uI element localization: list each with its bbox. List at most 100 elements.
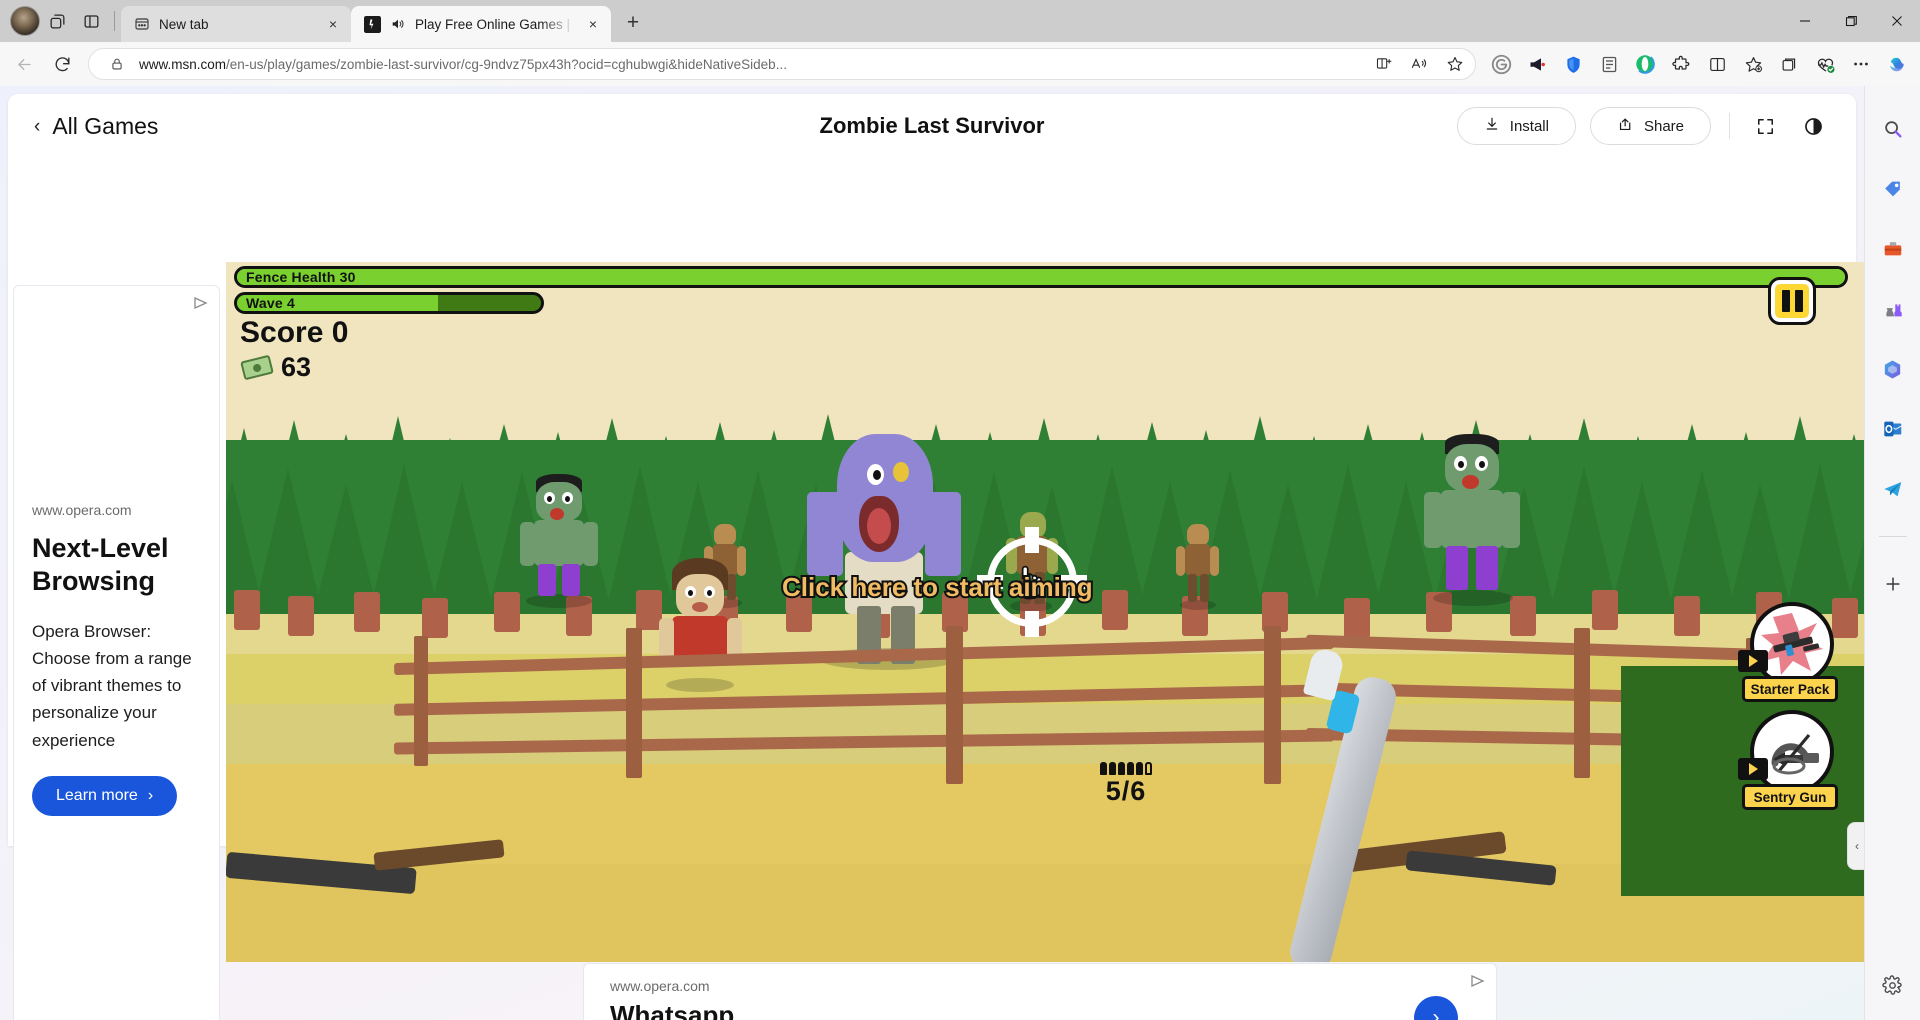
add-sidebar-app-button[interactable] [1876,567,1910,601]
ad-bottom-banner[interactable]: www.opera.com Whatsapp Experience a clut… [584,964,1496,1020]
search-icon[interactable] [1876,112,1910,146]
game-canvas[interactable]: Fence Health 30 Wave 4 Score 0 63 Click … [226,262,1866,962]
share-icon [1617,116,1634,137]
aim-prompt-text: Click here to start aiming [780,570,1095,604]
chevron-right-icon: › [147,786,154,804]
extensions-puzzle-icon[interactable] [1664,48,1698,80]
header-divider [1729,113,1730,139]
telegram-icon[interactable] [1876,472,1910,506]
star-icon[interactable] [1441,51,1469,77]
profile-avatar[interactable] [10,6,40,36]
all-games-back-link[interactable]: ‹ All Games [34,113,158,140]
money-bill-icon [240,354,274,381]
shop-label: Starter Pack [1742,676,1838,702]
rifle-icon[interactable] [1750,602,1834,686]
zombie-brown-2 [1176,524,1220,610]
split-screen-icon[interactable] [1369,51,1397,77]
sentry-gun-icon[interactable] [1750,710,1834,794]
favorites-icon[interactable] [1736,48,1770,80]
tab-close-button[interactable]: × [583,14,603,34]
games-icon[interactable] [1876,292,1910,326]
ground-band-5 [226,864,1866,962]
shop-button-sentry-gun[interactable]: Sentry Gun [1738,710,1838,810]
zombie-green-right [1421,434,1525,606]
ad-left-cta-button[interactable]: Learn more › [32,775,178,816]
zombie-green-left [516,474,604,608]
back-arrow-icon[interactable] [6,48,42,80]
pause-button[interactable] [1771,280,1813,322]
wave-label: Wave 4 [246,295,295,311]
window-close-button[interactable] [1874,0,1920,42]
sidebar-settings-gear-icon[interactable] [1876,968,1910,1002]
ad-left-body: Opera Browser: Choose from a range of vi… [32,621,192,750]
fence-health-label: Fence Health 30 [246,269,356,285]
fence-health-bar: Fence Health 30 [234,266,1848,288]
browser-essentials-icon[interactable] [1808,48,1842,80]
opera-icon[interactable] [1628,48,1662,80]
new-tab-button[interactable]: + [617,8,649,38]
ad-choices-icon[interactable] [1470,974,1486,991]
microsoft365-icon[interactable] [1876,352,1910,386]
money-counter: 63 [240,352,312,383]
money-amount: 63 [281,352,312,382]
lock-icon [103,51,131,77]
newtab-icon [133,15,151,33]
ammo-pips [1066,762,1186,775]
ad-bottom-url: www.opera.com [610,978,710,994]
tab-strip: New tab × Play Free Online Games | Ga × … [0,0,1920,42]
tab-audio-icon[interactable] [389,15,407,33]
grammarly-icon[interactable] [1484,48,1518,80]
tools-icon[interactable] [1876,232,1910,266]
msn-games-icon [363,15,381,33]
ammo-counter: 5/6 [1066,762,1186,807]
read-aloud-icon[interactable] [1405,51,1433,77]
tab-title: Play Free Online Games | Ga [415,16,575,32]
fence-health-fill [237,269,1845,285]
sidebar-divider [1878,536,1907,537]
score-label: Score 0 [240,316,349,349]
window-minimize-button[interactable] [1782,0,1828,42]
share-label: Share [1643,117,1684,135]
wave-progress-bar: Wave 4 [234,292,544,314]
tab-actions-icon[interactable] [40,6,74,36]
browser-tab-new-tab[interactable]: New tab × [121,6,351,42]
ad-left-url: www.opera.com [32,502,132,518]
game-header-actions: Install Share [1456,107,1830,145]
tab-title: New tab [159,16,209,32]
download-icon [1484,116,1500,136]
refresh-icon[interactable] [44,48,80,80]
adblock-megaphone-icon[interactable] [1520,48,1554,80]
translate-icon[interactable] [1592,48,1626,80]
video-ad-icon [1738,650,1768,672]
bitwarden-shield-icon[interactable] [1556,48,1590,80]
address-bar-url: www.msn.com/en-us/play/games/zombie-last… [139,56,787,72]
install-button[interactable]: Install [1456,107,1576,145]
split-screen-icon[interactable] [74,6,108,36]
video-ad-icon [1738,758,1768,780]
ad-choices-icon[interactable] [193,296,209,313]
browser-tab-zombie-game[interactable]: Play Free Online Games | Ga × [351,6,611,42]
settings-more-icon[interactable] [1844,48,1878,80]
tab-strip-divider [114,11,115,31]
fullscreen-icon[interactable] [1748,109,1782,143]
ammo-count-label: 5/6 [1105,776,1147,806]
share-button[interactable]: Share [1589,107,1711,145]
window-maximize-button[interactable] [1828,0,1874,42]
page-content: ‹ All Games Zombie Last Survivor Install [0,86,1866,1020]
ad-left-panel[interactable]: www.opera.com Next-Level Browsing Opera … [14,286,219,1020]
all-games-label: All Games [52,112,159,139]
shop-label: Sentry Gun [1742,784,1838,810]
address-bar[interactable]: www.msn.com/en-us/play/games/zombie-last… [88,48,1476,80]
contrast-icon[interactable] [1796,109,1830,143]
outlook-icon[interactable] [1876,412,1910,446]
shopping-icon[interactable] [1876,172,1910,206]
window-controls [1782,0,1920,42]
split-screen-toolbar-icon[interactable] [1700,48,1734,80]
shop-button-starter-pack[interactable]: Starter Pack [1738,602,1838,702]
ad-left-headline: Next-Level Browsing [32,533,169,596]
collections-icon[interactable] [1772,48,1806,80]
game-card: ‹ All Games Zombie Last Survivor Install [8,94,1866,962]
copilot-icon[interactable] [1880,48,1914,80]
browser-toolbar: www.msn.com/en-us/play/games/zombie-last… [0,42,1920,86]
tab-close-button[interactable]: × [323,14,343,34]
